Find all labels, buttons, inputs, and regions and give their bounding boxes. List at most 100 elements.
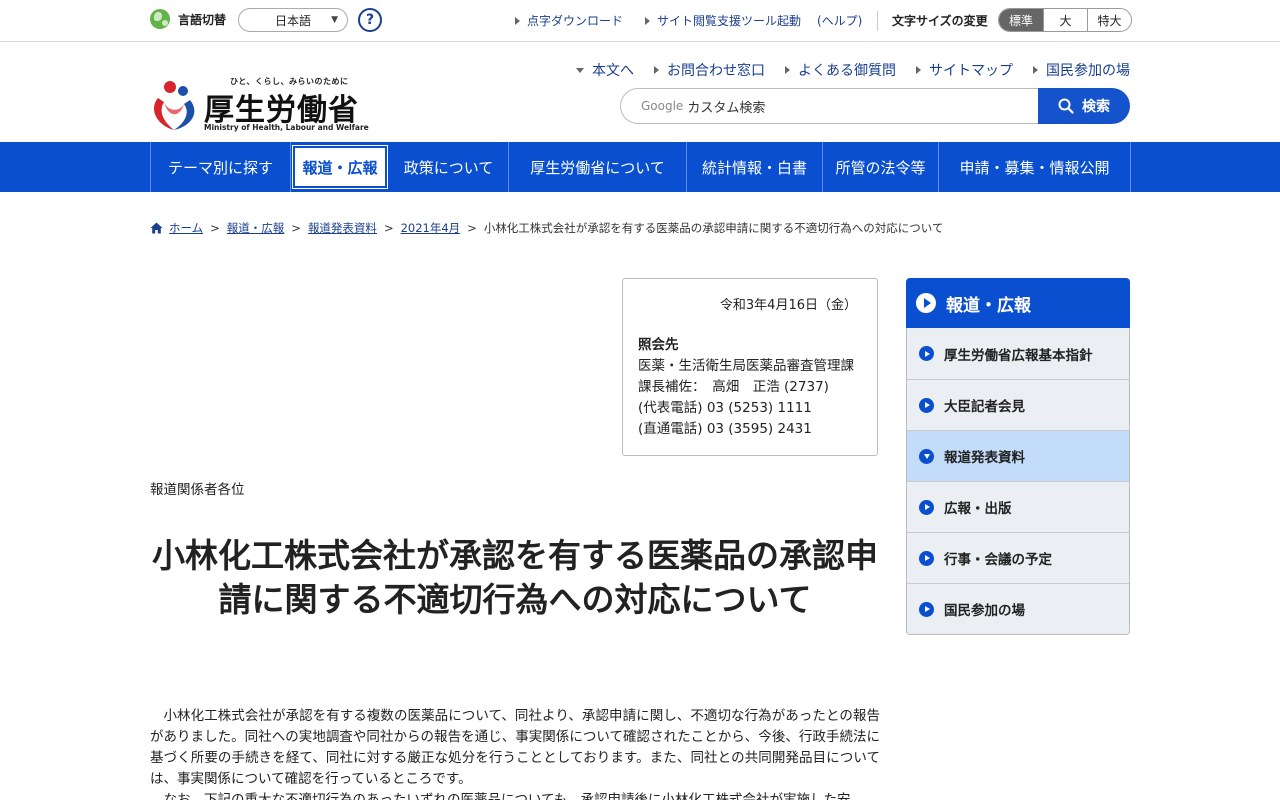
contact-heading: 照会先 <box>638 337 679 353</box>
contact-direct-phone: (直通電話) 03 (3595) 2431 <box>638 421 812 437</box>
nav-themes[interactable]: テーマ別に探す <box>151 142 291 192</box>
fontsize-switcher: 標準 大 特大 <box>998 8 1132 32</box>
faq-link[interactable]: よくある御質問 <box>785 60 896 80</box>
arrow-circle-icon <box>919 499 934 515</box>
fontsize-xlarge-button[interactable]: 特大 <box>1087 9 1131 31</box>
site-logo[interactable]: ひと、くらし、みらいのために 厚生労働省 Ministry of Health,… <box>150 76 370 134</box>
faq-label: よくある御質問 <box>798 63 896 79</box>
header-links: 本文へ お問合わせ窓口 よくある御質問 サイトマップ 国民参加の場 <box>576 60 1130 80</box>
arrow-right-icon <box>654 66 659 74</box>
skip-to-content-link[interactable]: 本文へ <box>576 60 634 80</box>
nav-applications[interactable]: 申請・募集・情報公開 <box>939 142 1131 192</box>
search-button-label: 検索 <box>1082 99 1110 115</box>
search-button[interactable]: 検索 <box>1038 88 1130 124</box>
arrow-down-icon <box>576 67 584 73</box>
search-input[interactable]: Google カスタム検索 <box>620 88 1040 124</box>
side-nav-heading[interactable]: 報道・広報 <box>906 278 1130 328</box>
search-placeholder: カスタム検索 <box>687 100 766 116</box>
contact-main-phone: (代表電話) 03 (5253) 1111 <box>638 400 812 416</box>
nav-about[interactable]: 厚生労働省について <box>509 142 687 192</box>
side-item-label: 広報・出版 <box>944 501 1012 517</box>
side-nav: 報道・広報 厚生労働省広報基本指針 大臣記者会見 報道発表資料 広報・出版 行事… <box>906 278 1130 635</box>
breadcrumb-press-releases[interactable]: 報道発表資料 <box>308 220 377 236</box>
contact-person: 課長補佐： 高畑 正浩 (2737) <box>638 379 829 395</box>
accessibility-help-label: (ヘルプ) <box>817 14 863 28</box>
fontsize-label: 文字サイズの変更 <box>892 14 988 28</box>
breadcrumb-press[interactable]: 報道・広報 <box>227 220 285 236</box>
language-select[interactable]: 日本語 ▼ <box>238 8 348 32</box>
utility-bar: 言語切替 日本語 ▼ ? 点字ダウンロード サイト閲覧支援ツール起動 (ヘルプ)… <box>0 0 1280 42</box>
side-nav-heading-label: 報道・広報 <box>946 295 1031 316</box>
sitemap-link[interactable]: サイトマップ <box>916 60 1013 80</box>
side-item-public-participation[interactable]: 国民参加の場 <box>907 583 1129 634</box>
side-item-press-releases[interactable]: 報道発表資料 <box>907 430 1129 481</box>
globe-icon <box>150 9 170 29</box>
braille-download-link[interactable]: 点字ダウンロード <box>515 12 623 29</box>
contact-box: 令和3年4月16日（金） 照会先 医薬・生活衛生局医薬品審査管理課 課長補佐： … <box>622 278 878 456</box>
google-label: Google <box>641 99 684 113</box>
accessibility-help-link[interactable]: (ヘルプ) <box>817 12 862 29</box>
arrow-right-icon <box>785 66 790 74</box>
search-icon <box>1058 98 1074 114</box>
help-button[interactable]: ? <box>358 8 382 32</box>
arrow-right-icon <box>645 16 650 25</box>
side-item-pr-policy[interactable]: 厚生労働省広報基本指針 <box>907 328 1129 379</box>
side-item-publications[interactable]: 広報・出版 <box>907 481 1129 532</box>
public-participation-link[interactable]: 国民参加の場 <box>1033 60 1130 80</box>
contact-label: お問合わせ窓口 <box>667 63 765 79</box>
side-item-events[interactable]: 行事・会議の予定 <box>907 532 1129 583</box>
arrow-circle-icon <box>916 293 936 313</box>
breadcrumb-separator: > <box>383 221 394 235</box>
side-item-label: 行事・会議の予定 <box>944 552 1052 568</box>
breadcrumb-separator: > <box>291 221 301 235</box>
arrow-circle-icon <box>919 601 934 617</box>
arrow-circle-icon <box>919 346 934 361</box>
side-item-label: 報道発表資料 <box>944 450 1025 466</box>
breadcrumb: ホーム > 報道・広報 > 報道発表資料 > 2021年4月 > 小林化工株式会… <box>150 220 943 236</box>
public-participation-label: 国民参加の場 <box>1046 63 1130 79</box>
fontsize-large-button[interactable]: 大 <box>1043 9 1087 31</box>
arrow-right-icon <box>1033 66 1038 74</box>
braille-download-label: 点字ダウンロード <box>527 14 624 28</box>
mhlw-logo-mark <box>153 81 195 130</box>
breadcrumb-home[interactable]: ホーム <box>169 220 203 236</box>
addressee: 報道関係者各位 <box>150 482 245 498</box>
language-selected-value: 日本語 <box>274 13 311 28</box>
arrow-circle-icon <box>919 397 934 413</box>
logo-english: Ministry of Health, Labour and Welfare <box>204 123 369 132</box>
nav-policy[interactable]: 政策について <box>389 142 509 192</box>
side-item-label: 国民参加の場 <box>944 603 1025 619</box>
fontsize-standard-button[interactable]: 標準 <box>999 9 1043 31</box>
help-icon: ? <box>365 12 375 28</box>
language-label: 言語切替 <box>178 12 227 27</box>
article-body: 小林化工株式会社が承認を有する複数の医薬品について、同社より、承認申請に関し、不… <box>150 706 880 800</box>
skip-to-content-label: 本文へ <box>592 63 634 79</box>
page-title: 小林化工株式会社が承認を有する医薬品の承認申請に関する不適切行為への対応について <box>152 536 878 619</box>
arrow-down-circle-icon <box>919 448 934 464</box>
divider <box>877 11 878 31</box>
release-date: 令和3年4月16日（金） <box>719 298 857 313</box>
breadcrumb-separator: > <box>467 221 477 235</box>
body-paragraph: 小林化工株式会社が承認を有する複数の医薬品について、同社より、承認申請に関し、不… <box>150 708 880 787</box>
chevron-down-icon: ▼ <box>331 15 338 25</box>
accessibility-tool-label: サイト閲覧支援ツール起動 <box>657 14 802 28</box>
sitemap-label: サイトマップ <box>929 63 1013 79</box>
global-nav: テーマ別に探す 報道・広報 政策について 厚生労働省について 統計情報・白書 所… <box>0 142 1280 192</box>
nav-press[interactable]: 報道・広報 <box>292 145 388 189</box>
nav-laws[interactable]: 所管の法令等 <box>823 142 939 192</box>
breadcrumb-separator: > <box>210 221 220 235</box>
side-item-label: 大臣記者会見 <box>944 399 1025 415</box>
home-icon <box>150 222 163 234</box>
accessibility-tool-link[interactable]: サイト閲覧支援ツール起動 <box>645 12 801 29</box>
arrow-circle-icon <box>919 550 934 566</box>
arrow-right-icon <box>515 16 520 25</box>
arrow-right-icon <box>916 66 921 74</box>
nav-statistics[interactable]: 統計情報・白書 <box>687 142 823 192</box>
side-item-press-conference[interactable]: 大臣記者会見 <box>907 379 1129 430</box>
body-paragraph: なお、下記の重大な不適切行為のあったいずれの医薬品についても、承認申請後に小林化… <box>163 792 851 800</box>
breadcrumb-current: 小林化工株式会社が承認を有する医薬品の承認申請に関する不適切行為への対応について <box>483 221 944 235</box>
contact-link[interactable]: お問合わせ窓口 <box>654 60 765 80</box>
side-item-label: 厚生労働省広報基本指針 <box>944 347 1093 364</box>
contact-department: 医薬・生活衛生局医薬品審査管理課 <box>638 358 854 374</box>
breadcrumb-month[interactable]: 2021年4月 <box>401 220 461 236</box>
